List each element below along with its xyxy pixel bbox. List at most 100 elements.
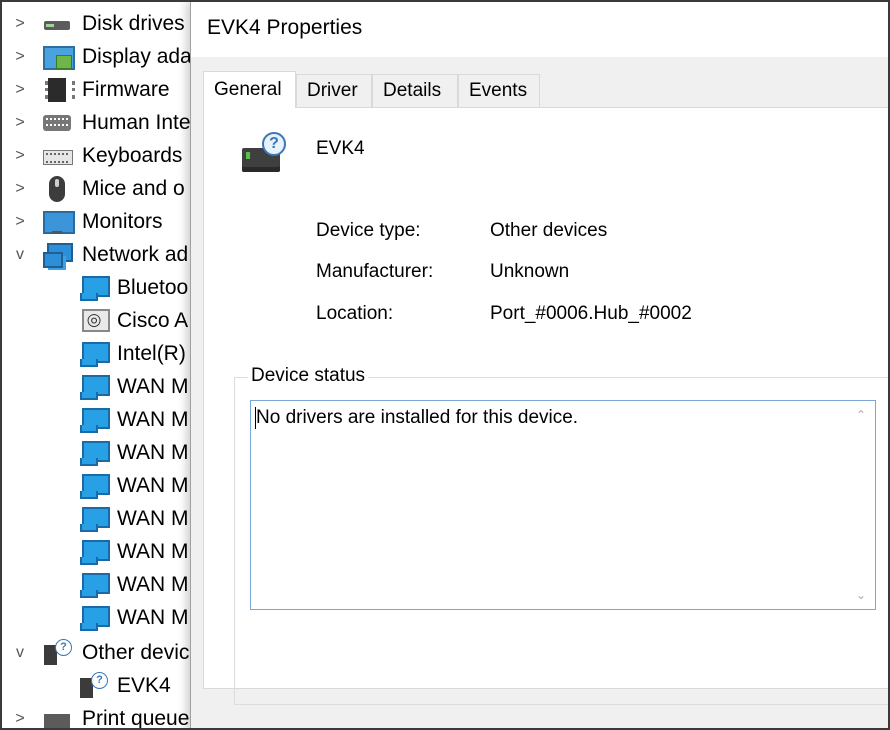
device-status-text: No drivers are installed for this device… [256,407,579,428]
tree-item-label: Print queue [82,706,190,730]
properties-dialog: EVK4 Properties General Driver Details E… [190,2,888,728]
network-adapter-icon [78,571,110,599]
network-adapter-icon [78,406,110,434]
cisco-adapter-icon [78,307,110,335]
network-adapter-icon [42,241,73,269]
tree-item-label: Bluetoo [117,275,189,299]
tree-item-human-interface[interactable]: > Human Inte [2,106,202,139]
scroll-down-arrow-icon[interactable]: ⌄ [847,583,875,607]
chevron-right-icon[interactable]: > [10,15,30,33]
network-adapter-icon [78,604,110,632]
network-adapter-icon [78,439,110,467]
location-label: Location: [316,303,394,324]
device-led-shape [246,152,250,159]
chevron-right-icon[interactable]: > [10,81,30,99]
tree-item-wan-miniport[interactable]: WAN M [2,403,202,436]
tree-item-evk4[interactable]: EVK4 [2,669,202,702]
tree-item-label: WAN M [117,473,189,497]
firmware-chip-icon [42,76,75,104]
tab-driver[interactable]: Driver [296,74,372,107]
tree-item-mice[interactable]: > Mice and o [2,172,202,205]
status-scrollbar[interactable]: ⌃ ⌄ [847,401,875,609]
unknown-device-icon: ? [240,130,290,180]
tree-item-keyboards[interactable]: > Keyboards [2,139,202,172]
mouse-icon [42,175,72,203]
tab-events[interactable]: Events [458,74,540,107]
device-manager-tree: > Disk drives > Display ada > Firmware >… [2,2,202,730]
tree-item-label: Cisco A [117,308,189,332]
keyboard-icon [42,142,73,170]
chevron-right-icon[interactable]: > [10,710,30,728]
tab-details[interactable]: Details [372,74,458,107]
device-status-label: Device status [248,365,369,387]
monitor-icon [42,208,75,236]
tree-item-label: Network ad [82,242,189,266]
dialog-body: General Driver Details Events ? EVK4 Dev… [191,57,888,728]
tree-item-label: Monitors [82,209,163,233]
tree-item-label: WAN M [117,539,189,563]
chevron-right-icon[interactable]: > [10,114,30,132]
tree-item-label: Mice and o [82,176,185,200]
tree-item-label: Firmware [82,77,170,101]
tree-item-label: Other devic [82,640,190,664]
chevron-down-icon[interactable]: v [10,644,30,662]
tree-item-wan-miniport[interactable]: WAN M [2,370,202,403]
manufacturer-value: Unknown [490,261,570,282]
network-adapter-icon [78,505,110,533]
tree-item-label: Keyboards [82,143,183,167]
network-adapter-icon [78,340,110,368]
display-adapter-icon [42,43,75,71]
tree-item-label: WAN M [117,374,189,398]
dialog-title: EVK4 Properties [207,16,363,39]
device-name: EVK4 [316,138,365,159]
tree-item-disk-drives[interactable]: > Disk drives [2,7,202,40]
tree-item-label: WAN M [117,605,189,629]
tree-item-label: WAN M [117,440,189,464]
chevron-right-icon[interactable]: > [10,213,30,231]
network-adapter-icon [78,538,110,566]
tree-item-wan-miniport[interactable]: WAN M [2,601,202,634]
chevron-right-icon[interactable]: > [10,180,30,198]
tree-item-label: WAN M [117,407,189,431]
tab-general[interactable]: General [203,71,296,108]
chevron-right-icon[interactable]: > [10,147,30,165]
chevron-down-icon[interactable]: v [10,246,30,264]
network-adapter-icon [78,274,110,302]
tree-item-other-devices[interactable]: v Other devic [2,636,202,669]
printer-icon [42,705,72,729]
device-status-textbox[interactable]: No drivers are installed for this device… [250,400,876,610]
tree-item-label: WAN M [117,506,189,530]
tree-item-label: EVK4 [117,673,171,697]
question-mark-icon: ? [262,132,286,156]
tree-item-network-adapters[interactable]: v Network ad [2,238,202,271]
tree-item-print-queues[interactable]: > Print queue [2,702,202,730]
network-adapter-icon [78,373,110,401]
location-value: Port_#0006.Hub_#0002 [490,303,692,324]
tree-item-firmware[interactable]: > Firmware [2,73,202,106]
tree-item-cisco[interactable]: Cisco A [2,304,202,337]
manufacturer-label: Manufacturer: [316,261,434,282]
tree-item-wan-miniport[interactable]: WAN M [2,502,202,535]
tree-item-wan-miniport[interactable]: WAN M [2,535,202,568]
tree-item-label: WAN M [117,572,189,596]
tree-item-wan-miniport[interactable]: WAN M [2,436,202,469]
device-type-value: Other devices [490,220,608,241]
disk-drive-icon [42,10,72,38]
network-adapter-icon [78,472,110,500]
tree-item-wan-miniport[interactable]: WAN M [2,568,202,601]
tree-item-label: Display ada [82,44,192,68]
tree-item-wan-miniport[interactable]: WAN M [2,469,202,502]
unknown-device-icon [78,671,108,700]
tree-item-label: Intel(R) [117,341,186,365]
chevron-right-icon[interactable]: > [10,48,30,66]
unknown-device-icon [42,638,72,667]
tree-item-monitors[interactable]: > Monitors [2,205,202,238]
tree-item-intel[interactable]: Intel(R) [2,337,202,370]
scroll-up-arrow-icon[interactable]: ⌃ [847,403,875,427]
tree-item-bluetooth[interactable]: Bluetoo [2,271,202,304]
tree-item-label: Human Inte [82,110,191,134]
device-type-label: Device type: [316,220,421,241]
tree-item-label: Disk drives [82,11,185,35]
tree-item-display-adapters[interactable]: > Display ada [2,40,202,73]
human-interface-icon [42,109,72,137]
